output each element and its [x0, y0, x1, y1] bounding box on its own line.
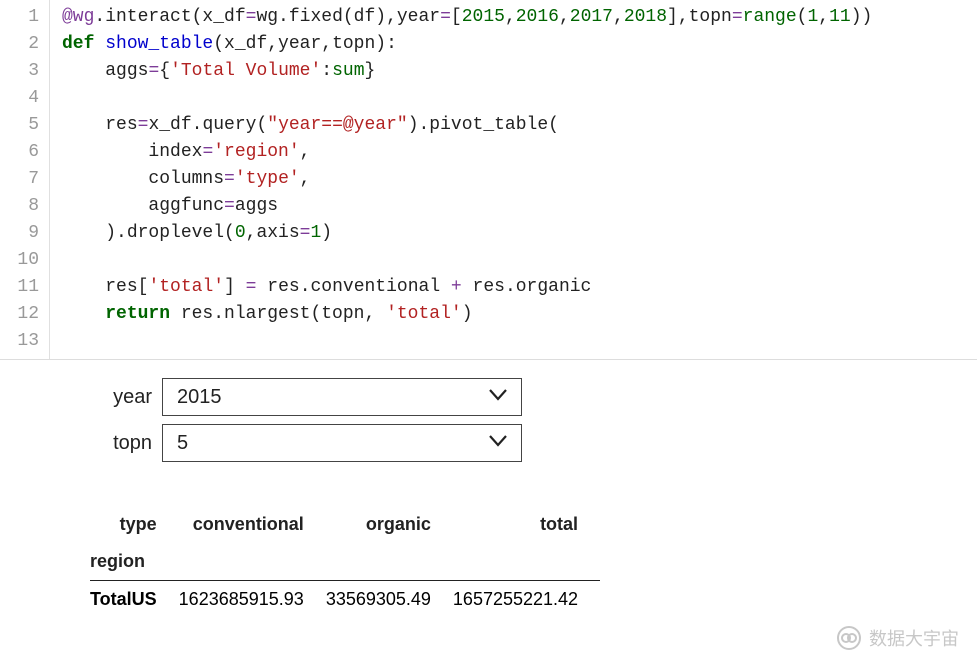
code-editor[interactable]: 12345678910111213 @wg.interact(x_df=wg.f… [0, 0, 977, 360]
code-line[interactable] [62, 247, 977, 274]
code-line[interactable]: index='region', [62, 139, 977, 166]
col-total: total [453, 506, 600, 543]
code-line[interactable]: ).droplevel(0,axis=1) [62, 220, 977, 247]
table-cell: 1623685915.93 [179, 581, 326, 619]
line-number: 10 [0, 247, 39, 274]
output-table: type conventional organic total region T… [90, 506, 600, 618]
line-number: 5 [0, 112, 39, 139]
line-number: 12 [0, 301, 39, 328]
code-line[interactable]: res['total'] = res.conventional + res.or… [62, 274, 977, 301]
table-row: TotalUS1623685915.9333569305.49165725522… [90, 581, 600, 619]
widget-row-year: year 2015 [90, 378, 977, 416]
line-number: 9 [0, 220, 39, 247]
code-line[interactable]: aggfunc=aggs [62, 193, 977, 220]
table-cell: 33569305.49 [326, 581, 453, 619]
code-line[interactable]: @wg.interact(x_df=wg.fixed(df),year=[201… [62, 4, 977, 31]
type-header: type [90, 506, 179, 543]
output-table-area: type conventional organic total region T… [0, 470, 977, 618]
line-number: 8 [0, 193, 39, 220]
topn-dropdown[interactable]: 5 [162, 424, 522, 462]
code-line[interactable] [62, 85, 977, 112]
line-number: 13 [0, 328, 39, 355]
code-line[interactable]: columns='type', [62, 166, 977, 193]
code-line[interactable]: def show_table(x_df,year,topn): [62, 31, 977, 58]
code-line[interactable]: aggs={'Total Volume':sum} [62, 58, 977, 85]
chevron-down-icon [489, 434, 507, 452]
col-conventional: conventional [179, 506, 326, 543]
line-number: 1 [0, 4, 39, 31]
watermark: 数据大宇宙 [837, 625, 959, 651]
widget-panel: year 2015 topn 5 [0, 360, 977, 462]
code-line[interactable]: return res.nlargest(topn, 'total') [62, 301, 977, 328]
year-dropdown-value: 2015 [177, 386, 222, 409]
line-number: 11 [0, 274, 39, 301]
line-number: 3 [0, 58, 39, 85]
year-label: year [90, 386, 162, 409]
topn-label: topn [90, 432, 162, 455]
code-line[interactable] [62, 328, 977, 355]
wechat-icon [837, 626, 861, 650]
line-number: 7 [0, 166, 39, 193]
line-number: 6 [0, 139, 39, 166]
line-number-gutter: 12345678910111213 [0, 0, 50, 359]
row-label: TotalUS [90, 581, 179, 619]
col-organic: organic [326, 506, 453, 543]
watermark-text: 数据大宇宙 [869, 625, 959, 651]
chevron-down-icon [489, 388, 507, 406]
table-header-region-row: region [90, 543, 600, 581]
line-number: 4 [0, 85, 39, 112]
table-cell: 1657255221.42 [453, 581, 600, 619]
region-header: region [90, 543, 179, 581]
year-dropdown[interactable]: 2015 [162, 378, 522, 416]
widget-row-topn: topn 5 [90, 424, 977, 462]
code-line[interactable]: res=x_df.query("year==@year").pivot_tabl… [62, 112, 977, 139]
code-content[interactable]: @wg.interact(x_df=wg.fixed(df),year=[201… [50, 0, 977, 359]
topn-dropdown-value: 5 [177, 432, 188, 455]
line-number: 2 [0, 31, 39, 58]
table-header-type-row: type conventional organic total [90, 506, 600, 543]
